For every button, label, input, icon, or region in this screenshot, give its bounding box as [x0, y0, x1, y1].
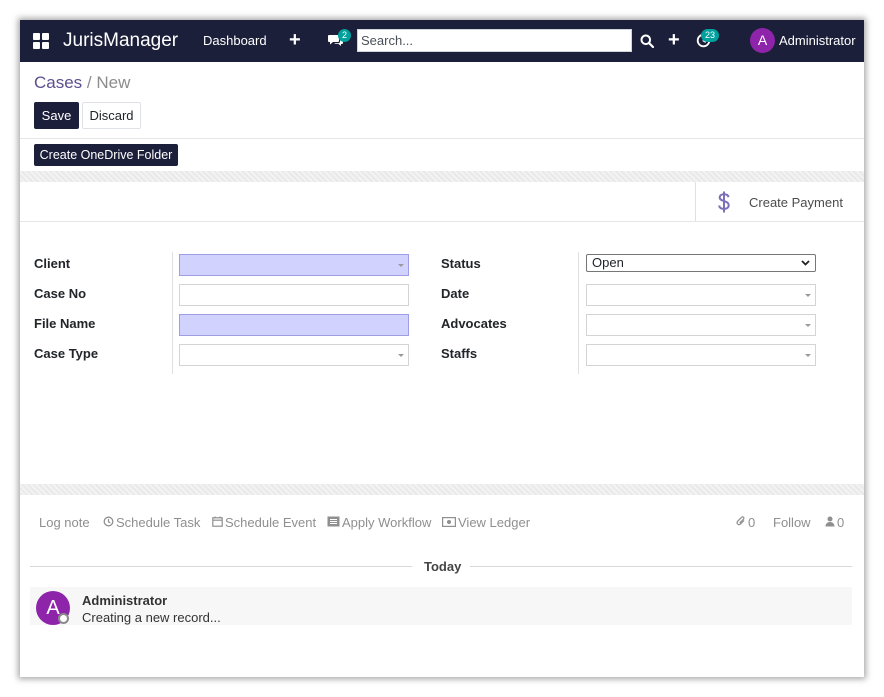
messages-badge: 2: [338, 29, 352, 42]
schedule-event-label: Schedule Event: [225, 515, 317, 530]
message-author[interactable]: Administrator: [82, 593, 167, 608]
sheet-top-background: [20, 171, 864, 182]
app-window: JurisManager Dashboard + 2 + 23 A Admini…: [20, 20, 864, 677]
search-icon[interactable]: [640, 34, 654, 48]
date-separator: Today: [424, 559, 462, 574]
user-icon: [825, 516, 835, 527]
left-group-separator: [172, 252, 173, 374]
create-payment-button[interactable]: Create Payment: [749, 195, 843, 210]
chevron-down-icon[interactable]: [398, 354, 404, 357]
search-input[interactable]: [357, 29, 632, 52]
calendar-icon: [212, 516, 223, 527]
create-onedrive-folder-button[interactable]: Create OneDrive Folder: [34, 144, 178, 166]
user-avatar[interactable]: A: [750, 28, 775, 53]
chevron-down-icon[interactable]: [805, 354, 811, 357]
dollar-icon[interactable]: [717, 190, 731, 214]
presence-status-icon: [58, 613, 69, 624]
chevron-down-icon[interactable]: [801, 259, 810, 267]
client-label: Client: [34, 256, 71, 271]
status-select-value: Open: [592, 255, 624, 270]
case-no-field[interactable]: [179, 284, 409, 306]
view-ledger-label: View Ledger: [458, 515, 531, 530]
paperclip-icon: [736, 516, 745, 526]
attachments-count: 0: [748, 515, 756, 530]
attachments-button[interactable]: 0: [736, 515, 755, 530]
breadcrumb-separator: /: [86, 73, 92, 92]
save-button[interactable]: Save: [34, 102, 79, 129]
workflow-list-icon: [327, 516, 340, 527]
button-box-separator: [695, 182, 696, 222]
case-type-field[interactable]: [179, 344, 409, 366]
file-name-label: File Name: [34, 316, 96, 331]
activity-badge: 23: [701, 29, 720, 42]
advocates-label: Advocates: [441, 316, 507, 331]
staffs-label: Staffs: [441, 346, 478, 361]
top-navbar: JurisManager Dashboard + 2 + 23 A Admini…: [20, 20, 864, 62]
chevron-down-icon[interactable]: [805, 294, 811, 297]
status-label: Status: [441, 256, 481, 271]
date-field[interactable]: [586, 284, 816, 306]
app-brand[interactable]: JurisManager: [63, 30, 178, 52]
view-ledger-button[interactable]: View Ledger: [442, 515, 530, 530]
add-plus-icon[interactable]: +: [668, 30, 680, 50]
right-group-separator: [578, 252, 579, 374]
apply-workflow-button[interactable]: Apply Workflow: [327, 515, 431, 530]
schedule-task-button[interactable]: Schedule Task: [103, 515, 200, 530]
message-body: Creating a new record...: [82, 610, 221, 625]
menu-dashboard[interactable]: Dashboard: [203, 33, 267, 48]
date-label: Date: [441, 286, 470, 301]
date-separator-line: [470, 566, 852, 567]
follow-button[interactable]: Follow: [773, 515, 811, 530]
apply-workflow-label: Apply Workflow: [342, 515, 432, 530]
log-note-button[interactable]: Log note: [39, 515, 90, 530]
schedule-task-label: Schedule Task: [116, 515, 201, 530]
quick-create-plus-icon[interactable]: +: [289, 30, 301, 50]
discard-button[interactable]: Discard: [82, 102, 141, 129]
chevron-down-icon[interactable]: [805, 324, 811, 327]
breadcrumb-cases-link[interactable]: Cases: [34, 73, 82, 92]
money-bill-icon: [442, 517, 456, 527]
staffs-field[interactable]: [586, 344, 816, 366]
apps-menu-icon[interactable]: [33, 33, 49, 49]
date-separator-line: [30, 566, 412, 567]
case-no-label: Case No: [34, 286, 87, 301]
user-menu[interactable]: Administrator: [779, 33, 856, 48]
header-divider: [20, 138, 864, 139]
chevron-down-icon[interactable]: [398, 264, 404, 267]
advocates-field[interactable]: [586, 314, 816, 336]
clock-icon: [103, 516, 114, 527]
followers-button[interactable]: 0: [825, 515, 844, 530]
breadcrumb: Cases / New: [34, 73, 130, 93]
client-field[interactable]: [179, 254, 409, 276]
schedule-event-button[interactable]: Schedule Event: [212, 515, 316, 530]
followers-count: 0: [837, 515, 845, 530]
button-box-divider: [20, 221, 864, 222]
breadcrumb-current: New: [96, 73, 131, 92]
case-type-label: Case Type: [34, 346, 99, 361]
status-select[interactable]: Open: [586, 254, 816, 272]
file-name-field[interactable]: [179, 314, 409, 336]
sheet-bottom-background: [20, 484, 864, 495]
